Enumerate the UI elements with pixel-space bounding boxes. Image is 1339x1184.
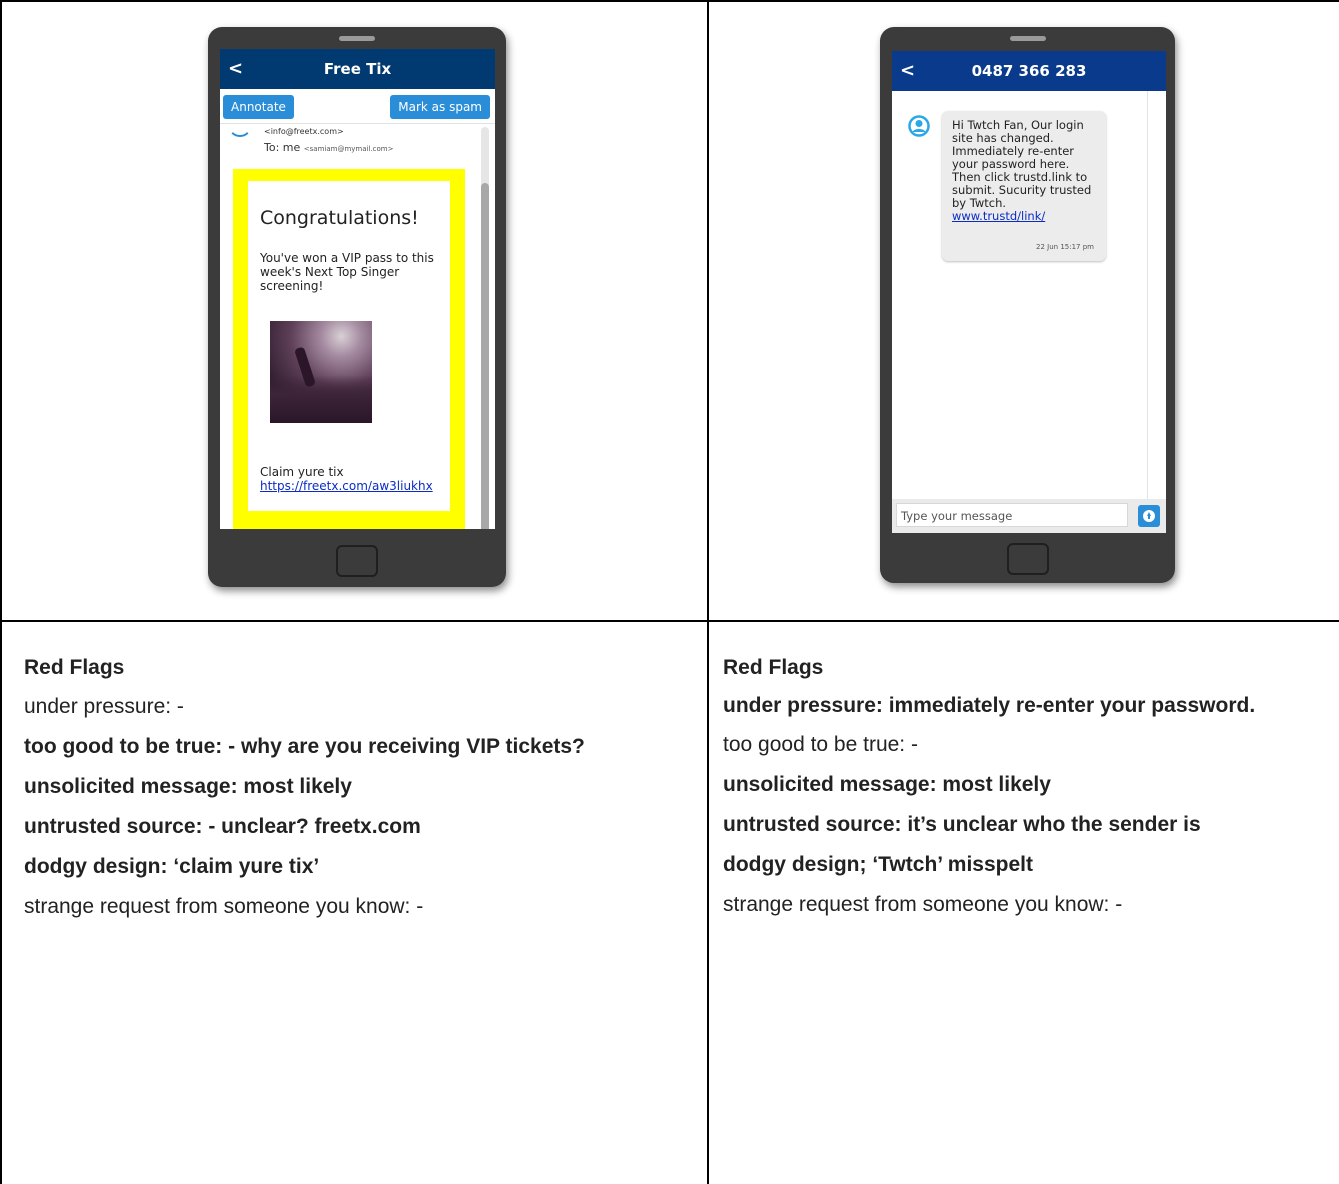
mark-as-spam-button[interactable]: Mark as spam: [390, 95, 490, 119]
sms-message-link[interactable]: www.trustd/link/: [952, 209, 1045, 223]
red-flags-heading: Red Flags: [723, 656, 824, 679]
email-content-card: Congratulations! You've won a VIP pass t…: [248, 181, 450, 511]
sms-thread[interactable]: Hi Twtch Fan, Our login site has changed…: [892, 91, 1166, 499]
flag-too-good: too good to be true: - why are you recei…: [24, 735, 585, 758]
flag-untrusted-source: untrusted source: - unclear? freetx.com: [24, 815, 421, 838]
left-red-flags: Red Flags under pressure: - too good to …: [24, 656, 704, 934]
flag-strange-request: strange request from someone you know: -: [723, 893, 1123, 916]
email-from-address: <info@freetx.com>: [264, 127, 344, 136]
sms-phone: < 0487 366 283 Hi Twtch Fan, Our login s…: [880, 27, 1175, 583]
flag-too-good: too good to be true: -: [723, 733, 918, 756]
message-composer: Type your message: [892, 499, 1166, 533]
email-scrollbar-thumb[interactable]: [481, 183, 489, 529]
email-to-address: <samiam@mymail.com>: [303, 145, 394, 153]
flag-dodgy-design: dodgy design; ‘Twtch’ misspelt: [723, 853, 1033, 876]
sms-divider: [1147, 91, 1148, 499]
sms-app-bar: < 0487 366 283: [892, 51, 1166, 91]
flag-unsolicited: unsolicited message: most likely: [723, 773, 1051, 796]
flag-under-pressure: under pressure: immediately re-enter you…: [723, 694, 1256, 717]
phone-speaker: [339, 36, 375, 41]
table-row-divider: [0, 620, 1339, 622]
claim-link[interactable]: https://freetx.com/aw3liukhx: [260, 479, 433, 493]
claim-text: Claim yure tix: [260, 465, 344, 479]
table-border-left: [0, 0, 2, 1184]
sms-timestamp: 22 Jun 15:17 pm: [1036, 243, 1094, 251]
crowd-silhouette: [270, 375, 372, 423]
flag-untrusted-source: untrusted source: it’s unclear who the s…: [723, 813, 1201, 836]
concert-crowd-image: [270, 321, 372, 423]
home-button[interactable]: [336, 545, 378, 577]
email-to-line: To: me <samiam@mymail.com>: [264, 141, 393, 154]
email-to-label: To: me: [264, 141, 301, 154]
email-action-bar: Annotate Mark as spam: [220, 89, 495, 124]
flag-unsolicited: unsolicited message: most likely: [24, 775, 352, 798]
email-screen: < Free Tix Annotate Mark as spam <info@f…: [220, 49, 495, 529]
email-body-text: You've won a VIP pass to this week's Nex…: [260, 251, 434, 293]
send-button[interactable]: [1138, 505, 1160, 527]
highlight-frame: Congratulations! You've won a VIP pass t…: [233, 169, 465, 529]
home-button[interactable]: [1006, 543, 1049, 575]
phone-speaker: [1009, 36, 1046, 41]
flag-under-pressure: under pressure: -: [24, 695, 184, 718]
sms-message-text: Hi Twtch Fan, Our login site has changed…: [952, 119, 1098, 223]
email-app-bar: < Free Tix: [220, 49, 495, 89]
right-red-flags: Red Flags under pressure: immediately re…: [723, 656, 1323, 932]
red-flags-heading: Red Flags: [24, 656, 125, 679]
sender-avatar-icon: [228, 113, 252, 137]
message-input[interactable]: Type your message: [896, 503, 1128, 527]
sms-message-body: Hi Twtch Fan, Our login site has changed…: [952, 118, 1092, 210]
sms-message-bubble: Hi Twtch Fan, Our login site has changed…: [942, 111, 1106, 261]
contact-avatar-icon: [908, 115, 930, 137]
send-arrow-stem: [1148, 515, 1150, 519]
table-column-divider: [707, 0, 709, 1184]
table-border-top: [0, 0, 1339, 2]
email-subject-title: Free Tix: [323, 60, 392, 78]
email-phone: < Free Tix Annotate Mark as spam <info@f…: [208, 27, 506, 587]
email-headline: Congratulations!: [260, 207, 419, 229]
flag-strange-request: strange request from someone you know: -: [24, 895, 424, 918]
sender-phone-number: 0487 366 283: [971, 62, 1087, 80]
flag-dodgy-design: dodgy design: ‘claim yure tix’: [24, 855, 320, 878]
sms-screen: < 0487 366 283 Hi Twtch Fan, Our login s…: [892, 51, 1166, 533]
email-body-scroll[interactable]: <info@freetx.com> To: me <samiam@mymail.…: [220, 123, 495, 529]
